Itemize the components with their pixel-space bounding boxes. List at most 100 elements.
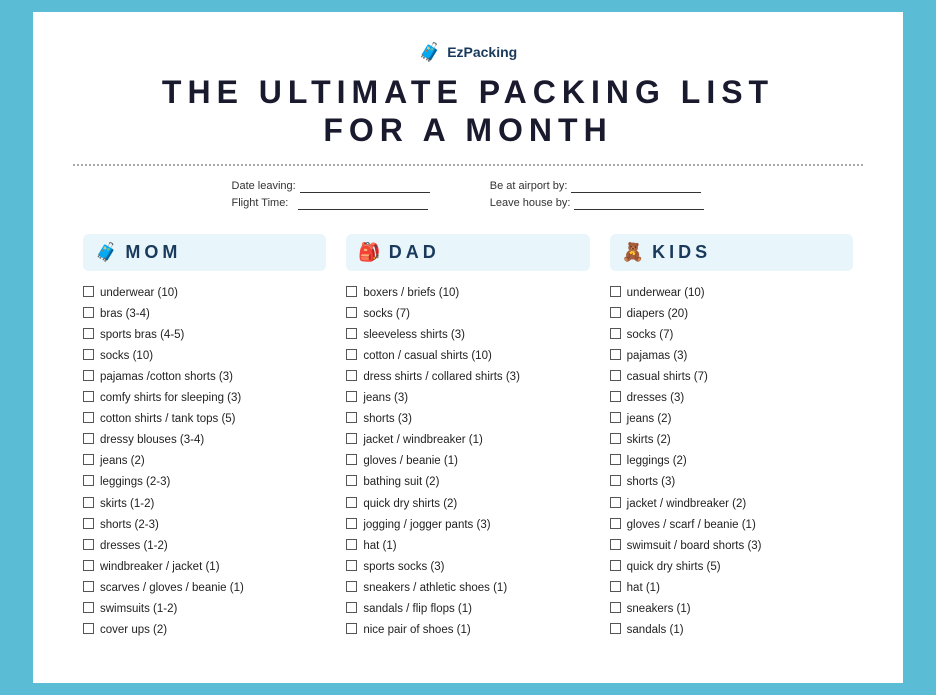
list-item: dresses (3) [610, 390, 853, 406]
checkbox[interactable] [83, 454, 94, 465]
list-item: socks (7) [610, 327, 853, 343]
list-item: pajamas /cotton shorts (3) [83, 369, 326, 385]
list-item-text: sports socks (3) [363, 559, 444, 575]
checklist-dad: boxers / briefs (10)socks (7)sleeveless … [346, 285, 589, 639]
checkbox[interactable] [83, 349, 94, 360]
list-item-text: dressy blouses (3-4) [100, 432, 204, 448]
list-item-text: windbreaker / jacket (1) [100, 559, 220, 575]
list-item: socks (7) [346, 306, 589, 322]
checkbox[interactable] [346, 497, 357, 508]
list-item-text: skirts (1-2) [100, 496, 154, 512]
list-item-text: jacket / windbreaker (1) [363, 432, 483, 448]
checkbox[interactable] [83, 328, 94, 339]
list-item-text: socks (7) [627, 327, 674, 343]
list-item: cover ups (2) [83, 622, 326, 638]
checkbox[interactable] [346, 454, 357, 465]
list-item: hat (1) [610, 580, 853, 596]
list-item-text: jogging / jogger pants (3) [363, 517, 490, 533]
checkbox[interactable] [610, 286, 621, 297]
col-mom: 🧳MOMunderwear (10)bras (3-4)sports bras … [73, 234, 336, 644]
checkbox[interactable] [346, 518, 357, 529]
checkbox[interactable] [83, 412, 94, 423]
list-item: nice pair of shoes (1) [346, 622, 589, 638]
checkbox[interactable] [610, 539, 621, 550]
date-col-right: Be at airport by: Leave house by: [490, 180, 705, 210]
checkbox[interactable] [346, 602, 357, 613]
checkbox[interactable] [610, 349, 621, 360]
checkbox[interactable] [610, 475, 621, 486]
list-item: comfy shirts for sleeping (3) [83, 390, 326, 406]
checkbox[interactable] [346, 391, 357, 402]
col-title-kids: KIDS [652, 242, 711, 263]
checkbox[interactable] [610, 602, 621, 613]
checkbox[interactable] [83, 623, 94, 634]
list-item: bathing suit (2) [346, 474, 589, 490]
checkbox[interactable] [610, 370, 621, 381]
date-fields: Date leaving: Flight Time: Be at airport… [73, 180, 863, 210]
checkbox[interactable] [83, 497, 94, 508]
checkbox[interactable] [610, 560, 621, 571]
checkbox[interactable] [83, 581, 94, 592]
checkbox[interactable] [346, 307, 357, 318]
list-item: skirts (1-2) [83, 496, 326, 512]
checkbox[interactable] [346, 286, 357, 297]
col-title-mom: MOM [125, 242, 181, 263]
checkbox[interactable] [610, 454, 621, 465]
list-item-text: casual shirts (7) [627, 369, 708, 385]
checkbox[interactable] [346, 328, 357, 339]
checkbox[interactable] [346, 475, 357, 486]
list-item-text: jacket / windbreaker (2) [627, 496, 747, 512]
list-item-text: gloves / beanie (1) [363, 453, 458, 469]
checkbox[interactable] [610, 497, 621, 508]
list-item: leggings (2) [610, 453, 853, 469]
checkbox[interactable] [610, 391, 621, 402]
checkbox[interactable] [346, 433, 357, 444]
checkbox[interactable] [610, 433, 621, 444]
list-item: sandals / flip flops (1) [346, 601, 589, 617]
list-item-text: sneakers (1) [627, 601, 691, 617]
list-item: scarves / gloves / beanie (1) [83, 580, 326, 596]
checkbox[interactable] [346, 623, 357, 634]
list-item-text: swimsuits (1-2) [100, 601, 177, 617]
list-item: pajamas (3) [610, 348, 853, 364]
list-item-text: quick dry shirts (2) [363, 496, 457, 512]
list-item: dresses (1-2) [83, 538, 326, 554]
checkbox[interactable] [346, 560, 357, 571]
checkbox[interactable] [610, 581, 621, 592]
checkbox[interactable] [83, 307, 94, 318]
checkbox[interactable] [83, 391, 94, 402]
checkbox[interactable] [83, 370, 94, 381]
checkbox[interactable] [83, 539, 94, 550]
checkbox[interactable] [610, 328, 621, 339]
checkbox[interactable] [346, 581, 357, 592]
list-item: casual shirts (7) [610, 369, 853, 385]
list-item: dress shirts / collared shirts (3) [346, 369, 589, 385]
date-leaving-line [300, 180, 430, 193]
leave-house-line [574, 197, 704, 210]
checkbox[interactable] [346, 539, 357, 550]
flight-time-line [298, 197, 428, 210]
checkbox[interactable] [346, 370, 357, 381]
checkbox[interactable] [83, 602, 94, 613]
checkbox[interactable] [83, 475, 94, 486]
checkbox[interactable] [83, 286, 94, 297]
list-item: leggings (2-3) [83, 474, 326, 490]
checkbox[interactable] [610, 307, 621, 318]
checkbox[interactable] [83, 560, 94, 571]
list-item: gloves / beanie (1) [346, 453, 589, 469]
list-item-text: leggings (2-3) [100, 474, 170, 490]
list-item-text: nice pair of shoes (1) [363, 622, 470, 638]
checkbox[interactable] [610, 518, 621, 529]
flight-time-row: Flight Time: [232, 197, 430, 210]
checkbox[interactable] [346, 412, 357, 423]
checkbox[interactable] [610, 623, 621, 634]
list-item-text: bathing suit (2) [363, 474, 439, 490]
list-item: jeans (2) [610, 411, 853, 427]
checkbox[interactable] [83, 433, 94, 444]
checkbox[interactable] [346, 349, 357, 360]
list-item-text: socks (10) [100, 348, 153, 364]
col-title-dad: DAD [389, 242, 440, 263]
list-item: sneakers (1) [610, 601, 853, 617]
checkbox[interactable] [83, 518, 94, 529]
checkbox[interactable] [610, 412, 621, 423]
